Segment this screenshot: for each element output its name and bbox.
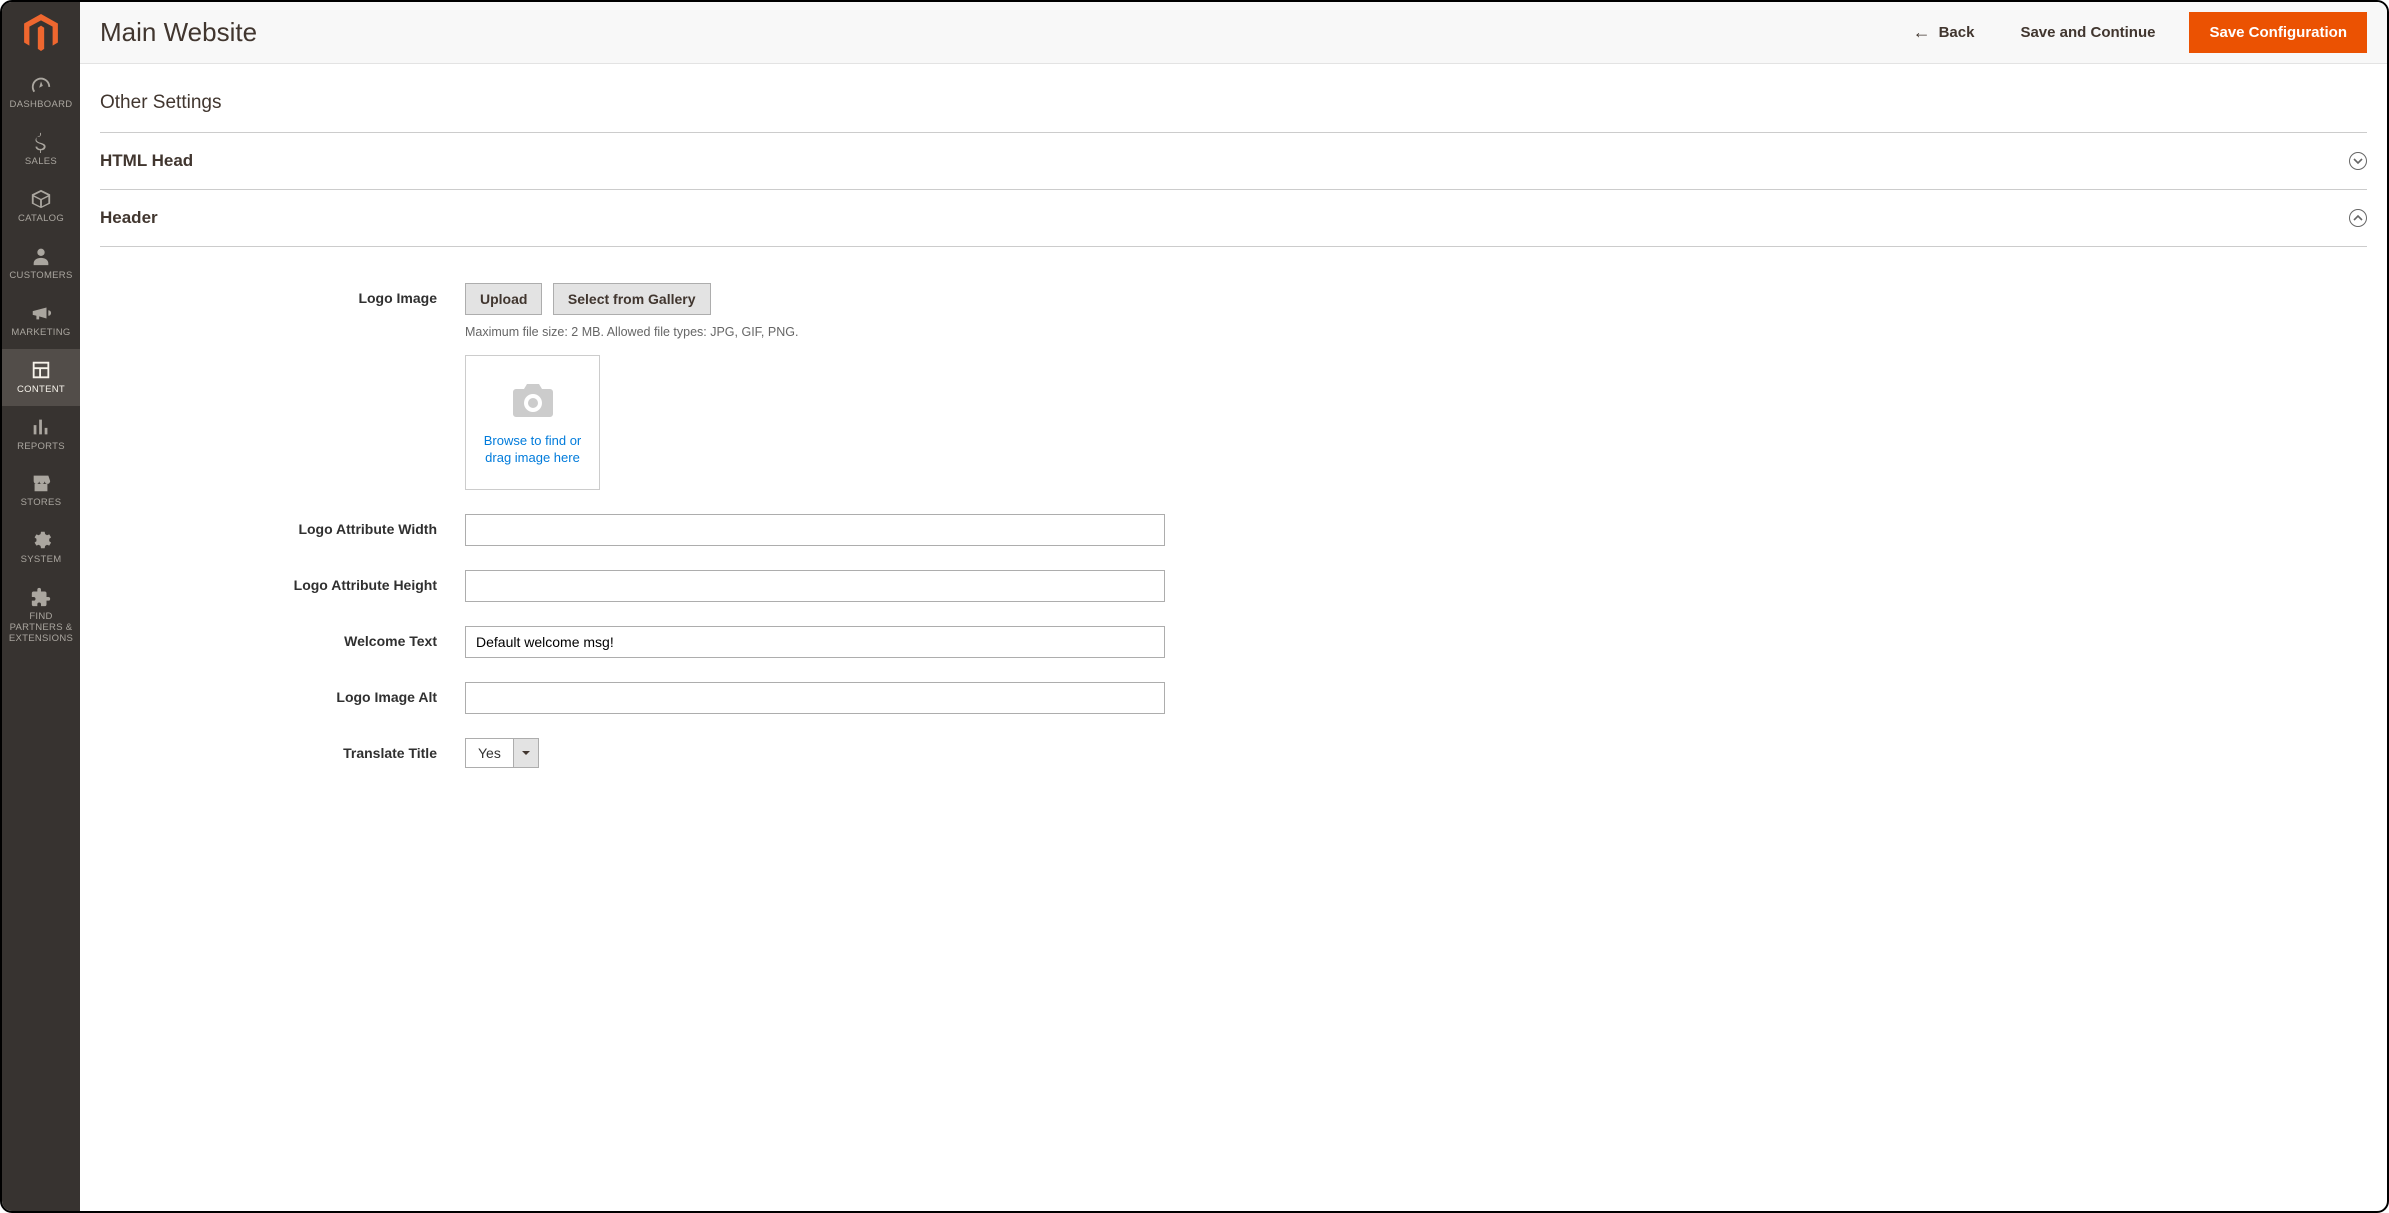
translate-title-select[interactable]: Yes bbox=[465, 738, 539, 768]
row-welcome-text: Welcome Text bbox=[100, 626, 2367, 658]
nav-label: SALES bbox=[25, 157, 57, 168]
nav-label: CATALOG bbox=[18, 214, 64, 225]
caret-down-icon bbox=[513, 738, 539, 768]
row-logo-height: Logo Attribute Height bbox=[100, 570, 2367, 602]
upload-button[interactable]: Upload bbox=[465, 283, 542, 315]
app-frame: DASHBOARD SALES CATALOG CUSTOMERS MARKET… bbox=[0, 0, 2389, 1213]
top-toolbar: Main Website ← Back Save and Continue Sa… bbox=[80, 2, 2387, 64]
nav-label: CONTENT bbox=[17, 385, 65, 396]
back-label: Back bbox=[1939, 24, 1975, 41]
nav-label: CUSTOMERS bbox=[9, 271, 72, 282]
puzzle-icon bbox=[30, 586, 52, 608]
nav-label: DASHBOARD bbox=[10, 100, 73, 111]
nav-label: FIND PARTNERS & EXTENSIONS bbox=[6, 612, 76, 645]
sidebar-item-sales[interactable]: SALES bbox=[2, 121, 80, 178]
select-value: Yes bbox=[465, 738, 513, 768]
logo-width-input[interactable] bbox=[465, 514, 1165, 546]
translate-title-label: Translate Title bbox=[100, 738, 465, 761]
header-form: Logo Image Upload Select from Gallery Ma… bbox=[100, 247, 2367, 768]
layout-icon bbox=[30, 359, 52, 381]
sidebar-item-reports[interactable]: REPORTS bbox=[2, 406, 80, 463]
sidebar-item-customers[interactable]: CUSTOMERS bbox=[2, 235, 80, 292]
image-dropzone[interactable]: Browse to find or drag image here bbox=[465, 355, 600, 490]
chevron-down-icon bbox=[2349, 152, 2367, 170]
gear-icon bbox=[30, 529, 52, 551]
logo-image-label: Logo Image bbox=[100, 283, 465, 306]
storefront-icon bbox=[30, 472, 52, 494]
upload-hint: Maximum file size: 2 MB. Allowed file ty… bbox=[465, 325, 1165, 339]
admin-sidebar: DASHBOARD SALES CATALOG CUSTOMERS MARKET… bbox=[2, 2, 80, 1211]
dollar-icon bbox=[30, 131, 52, 153]
box-icon bbox=[30, 188, 52, 210]
dropzone-text: Browse to find or drag image here bbox=[476, 433, 589, 467]
sidebar-item-content[interactable]: CONTENT bbox=[2, 349, 80, 406]
sidebar-item-find-partners[interactable]: FIND PARTNERS & EXTENSIONS bbox=[2, 576, 80, 655]
nav-label: MARKETING bbox=[11, 328, 70, 339]
logo-alt-input[interactable] bbox=[465, 682, 1165, 714]
action-buttons: ← Back Save and Continue Save Configurat… bbox=[1901, 12, 2367, 53]
sidebar-item-catalog[interactable]: CATALOG bbox=[2, 178, 80, 235]
row-translate-title: Translate Title Yes bbox=[100, 738, 2367, 768]
megaphone-icon bbox=[30, 302, 52, 324]
sidebar-item-dashboard[interactable]: DASHBOARD bbox=[2, 64, 80, 121]
other-settings-heading: Other Settings bbox=[100, 86, 2367, 133]
accordion-header[interactable]: Header bbox=[100, 190, 2367, 247]
nav-label: REPORTS bbox=[17, 442, 65, 453]
accordion-html-head[interactable]: HTML Head bbox=[100, 133, 2367, 190]
arrow-left-icon: ← bbox=[1913, 22, 1931, 43]
sidebar-item-stores[interactable]: STORES bbox=[2, 462, 80, 519]
save-and-continue-button[interactable]: Save and Continue bbox=[2004, 14, 2171, 51]
magento-logo[interactable] bbox=[2, 2, 80, 64]
bar-chart-icon bbox=[30, 416, 52, 438]
row-logo-width: Logo Attribute Width bbox=[100, 514, 2367, 546]
gauge-icon bbox=[30, 74, 52, 96]
sidebar-item-marketing[interactable]: MARKETING bbox=[2, 292, 80, 349]
back-button[interactable]: ← Back bbox=[1901, 14, 1987, 51]
main-area: Main Website ← Back Save and Continue Sa… bbox=[80, 2, 2387, 1211]
welcome-text-label: Welcome Text bbox=[100, 626, 465, 649]
page-title: Main Website bbox=[100, 17, 1901, 48]
content-area: Other Settings HTML Head Header Logo Ima… bbox=[80, 64, 2387, 818]
select-from-gallery-button[interactable]: Select from Gallery bbox=[553, 283, 711, 315]
welcome-text-input[interactable] bbox=[465, 626, 1165, 658]
nav-label: STORES bbox=[21, 498, 62, 509]
chevron-up-icon bbox=[2349, 209, 2367, 227]
logo-alt-label: Logo Image Alt bbox=[100, 682, 465, 705]
row-logo-alt: Logo Image Alt bbox=[100, 682, 2367, 714]
nav-label: SYSTEM bbox=[21, 555, 62, 566]
accordion-title: Header bbox=[100, 208, 158, 228]
person-icon bbox=[30, 245, 52, 267]
logo-height-label: Logo Attribute Height bbox=[100, 570, 465, 593]
accordion-title: HTML Head bbox=[100, 151, 193, 171]
save-configuration-button[interactable]: Save Configuration bbox=[2189, 12, 2367, 53]
row-logo-image: Logo Image Upload Select from Gallery Ma… bbox=[100, 283, 2367, 490]
logo-width-label: Logo Attribute Width bbox=[100, 514, 465, 537]
camera-icon bbox=[510, 379, 556, 419]
logo-height-input[interactable] bbox=[465, 570, 1165, 602]
sidebar-item-system[interactable]: SYSTEM bbox=[2, 519, 80, 576]
